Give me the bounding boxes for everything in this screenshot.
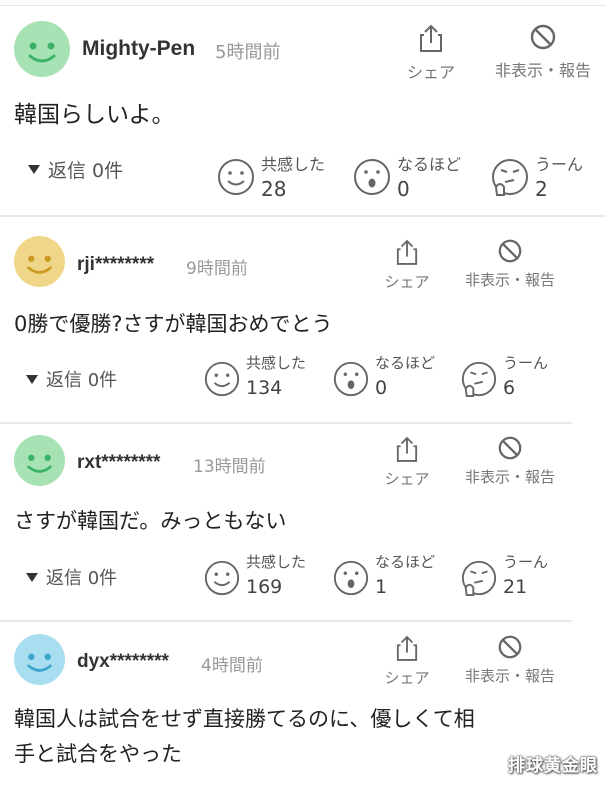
- caret-down-icon: [26, 374, 38, 384]
- surprised-face-icon: [333, 361, 369, 397]
- comment-text: 韓国らしいよ。: [14, 102, 175, 128]
- reaction-label: うーん: [503, 553, 549, 571]
- comment-text-line: 韓国人は試合をせず直接勝てるのに、優しくて相: [14, 707, 475, 731]
- hide-report-label: 非表示・報告: [464, 468, 555, 486]
- comment-item: dyx******** 4時間前 シェア 非表示・報告 韓国人は試合をせず直接勝…: [0, 622, 572, 786]
- reaction-hmm[interactable]: うーん 21: [460, 551, 568, 603]
- watermark-text: 排球黄金眼: [508, 756, 598, 776]
- share-icon: [396, 239, 418, 265]
- reaction-count: 0: [375, 377, 388, 399]
- comment-text: さすが韓国だ。みっともない: [14, 509, 287, 533]
- block-icon: [498, 635, 522, 659]
- share-label: シェア: [384, 470, 430, 488]
- share-label: シェア: [384, 273, 430, 291]
- reaction-count: 21: [503, 576, 528, 598]
- smile-face-icon: [204, 361, 240, 397]
- hide-report-label: 非表示・報告: [464, 667, 555, 685]
- timestamp: 13時間前: [193, 457, 266, 477]
- surprised-face-icon: [333, 560, 369, 596]
- reaction-empathy[interactable]: 共感した 169: [203, 551, 323, 603]
- comment-divider: [0, 422, 572, 424]
- reaction-count: 2: [535, 177, 548, 201]
- username[interactable]: rji********: [77, 254, 154, 276]
- caret-down-icon: [26, 572, 38, 582]
- reply-toggle[interactable]: 返信 0件: [28, 156, 123, 183]
- reaction-label: 共感した: [261, 155, 326, 174]
- avatar[interactable]: [14, 634, 65, 685]
- hide-report-button[interactable]: 非表示・報告: [458, 238, 562, 290]
- hide-report-button[interactable]: 非表示・報告: [458, 435, 562, 487]
- smiley-avatar-icon: [14, 21, 70, 77]
- avatar[interactable]: [14, 435, 65, 486]
- comment-text: 0勝で優勝?さすが韓国おめでとう: [14, 312, 333, 336]
- smile-face-icon: [204, 560, 240, 596]
- reaction-count: 134: [246, 377, 283, 399]
- surprised-face-icon: [354, 159, 390, 195]
- comment-divider: [0, 215, 606, 217]
- share-button[interactable]: シェア: [377, 238, 437, 292]
- share-label: シェア: [384, 669, 430, 687]
- reaction-insight[interactable]: なるほど 1: [332, 551, 452, 603]
- share-button[interactable]: シェア: [377, 435, 437, 489]
- reply-toggle[interactable]: 返信 0件: [26, 564, 117, 590]
- smiley-avatar-icon: [14, 236, 65, 287]
- reaction-label: うーん: [503, 354, 549, 372]
- reaction-label: なるほど: [375, 354, 436, 372]
- comment-item: rji******** 9時間前 シェア 非表示・報告 0勝で優勝?さすが韓国お…: [0, 218, 572, 423]
- reaction-count: 169: [246, 576, 283, 598]
- smiley-avatar-icon: [14, 634, 65, 685]
- thinking-face-icon: [461, 560, 497, 597]
- reaction-count: 0: [397, 177, 410, 201]
- username[interactable]: dyx********: [77, 651, 169, 673]
- smile-face-icon: [218, 159, 254, 195]
- avatar[interactable]: [14, 236, 65, 287]
- top-divider: [0, 5, 606, 6]
- hide-report-label: 非表示・報告: [494, 61, 591, 80]
- reaction-label: うーん: [535, 155, 584, 174]
- reaction-hmm[interactable]: うーん 6: [460, 352, 568, 404]
- reply-count-label: 返信 0件: [46, 370, 118, 391]
- username[interactable]: Mighty-Pen: [82, 37, 195, 61]
- avatar[interactable]: [14, 21, 70, 77]
- hide-report-button[interactable]: 非表示・報告: [488, 23, 598, 81]
- hide-report-label: 非表示・報告: [464, 271, 555, 289]
- reaction-label: なるほど: [397, 155, 462, 174]
- block-icon: [498, 239, 522, 263]
- share-label: シェア: [406, 63, 455, 82]
- share-icon: [396, 436, 418, 462]
- reaction-label: 共感した: [246, 553, 307, 571]
- timestamp: 5時間前: [215, 42, 281, 63]
- share-button[interactable]: シェア: [377, 634, 437, 688]
- reaction-label: なるほど: [375, 553, 436, 571]
- comment-item: Mighty-Pen 5時間前 シェア 非表示・報告 韓国らしいよ。 返信 0件…: [0, 8, 606, 216]
- reaction-insight[interactable]: なるほど 0: [332, 352, 452, 404]
- hide-report-button[interactable]: 非表示・報告: [458, 634, 562, 686]
- reaction-hmm[interactable]: うーん 2: [490, 151, 600, 203]
- block-icon: [498, 436, 522, 460]
- reaction-empathy[interactable]: 共感した 28: [216, 151, 336, 203]
- reply-toggle[interactable]: 返信 0件: [26, 366, 117, 392]
- reaction-count: 28: [261, 177, 287, 201]
- smiley-avatar-icon: [14, 435, 65, 486]
- reaction-empathy[interactable]: 共感した 134: [203, 352, 323, 404]
- thinking-face-icon: [492, 159, 528, 196]
- reply-count-label: 返信 0件: [48, 160, 124, 182]
- timestamp: 4時間前: [201, 656, 263, 676]
- reaction-label: 共感した: [246, 354, 307, 372]
- block-icon: [530, 24, 556, 50]
- reaction-count: 6: [503, 377, 516, 399]
- share-icon: [396, 635, 418, 661]
- comment-item: rxt******** 13時間前 シェア 非表示・報告 さすが韓国だ。みっとも…: [0, 425, 572, 620]
- caret-down-icon: [28, 165, 40, 174]
- reaction-insight[interactable]: なるほど 0: [352, 151, 472, 203]
- reaction-count: 1: [375, 576, 388, 598]
- timestamp: 9時間前: [186, 259, 248, 279]
- reply-count-label: 返信 0件: [46, 568, 118, 589]
- username[interactable]: rxt********: [77, 452, 160, 474]
- thinking-face-icon: [461, 361, 497, 398]
- share-button[interactable]: シェア: [400, 23, 462, 83]
- comment-text-line: 手と試合をやった: [14, 742, 182, 766]
- share-icon: [420, 24, 442, 52]
